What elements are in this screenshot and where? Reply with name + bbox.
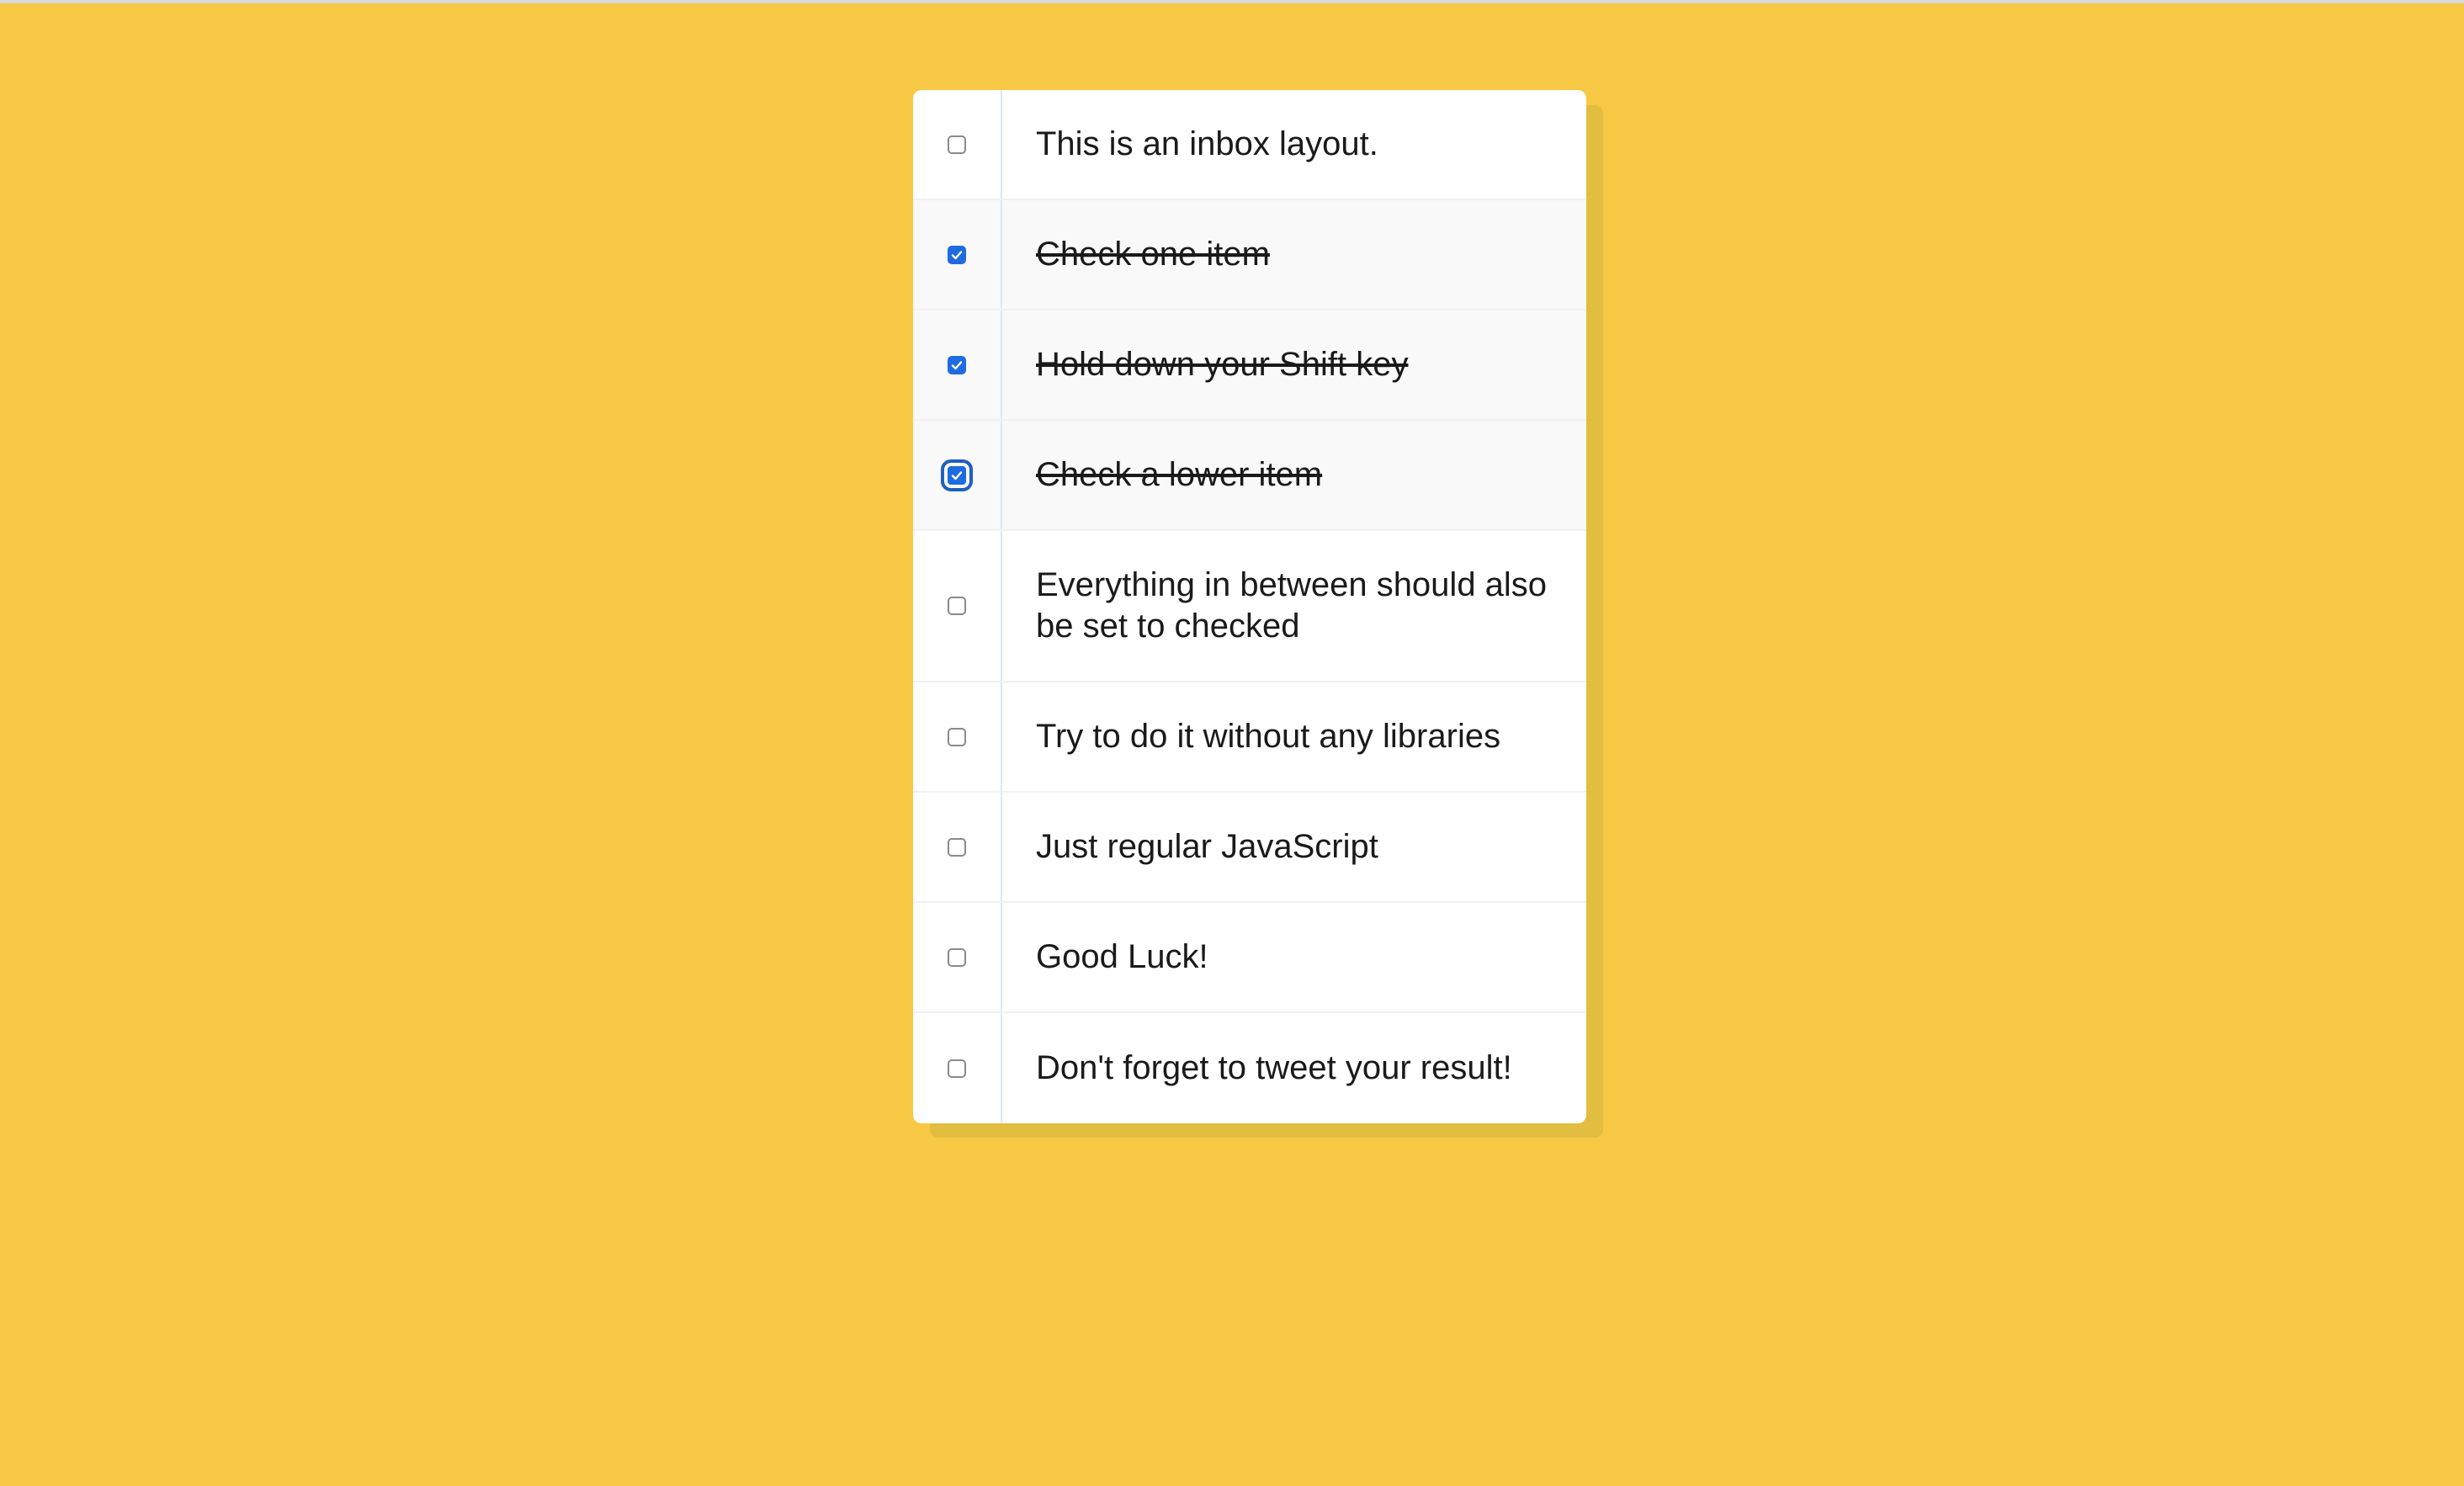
browser-top-strip bbox=[0, 0, 2464, 3]
item-checkbox[interactable] bbox=[948, 727, 966, 746]
checkbox-cell[interactable] bbox=[913, 421, 1002, 529]
item-label: This is an inbox layout. bbox=[1036, 125, 1378, 162]
checkbox-cell[interactable] bbox=[913, 793, 1002, 901]
item-checkbox[interactable] bbox=[948, 1059, 966, 1078]
inbox-item[interactable]: Check one item bbox=[913, 200, 1586, 310]
checkbox-cell[interactable] bbox=[913, 310, 1002, 419]
item-label: Just regular JavaScript bbox=[1036, 828, 1378, 865]
checkmark-icon bbox=[951, 470, 963, 480]
inbox-item[interactable]: This is an inbox layout. bbox=[913, 90, 1586, 200]
item-label: Don't forget to tweet your result! bbox=[1036, 1049, 1512, 1086]
inbox-item[interactable]: Don't forget to tweet your result! bbox=[913, 1013, 1586, 1123]
item-label: Try to do it without any libraries bbox=[1036, 718, 1501, 755]
item-checkbox[interactable] bbox=[948, 837, 966, 857]
inbox-item[interactable]: Everything in between should also be set… bbox=[913, 531, 1586, 682]
inbox-item[interactable]: Try to do it without any libraries bbox=[913, 682, 1586, 793]
item-label: Hold down your Shift key bbox=[1036, 346, 1409, 383]
item-checkbox[interactable] bbox=[948, 947, 966, 967]
checkbox-cell[interactable] bbox=[913, 90, 1002, 199]
inbox-item[interactable]: Good Luck! bbox=[913, 903, 1586, 1013]
item-label: Everything in between should also be set… bbox=[1036, 566, 1548, 645]
checkmark-icon bbox=[951, 250, 963, 259]
item-checkbox[interactable] bbox=[948, 355, 966, 374]
inbox-list: This is an inbox layout. Check one item … bbox=[913, 90, 1586, 1123]
checkbox-cell[interactable] bbox=[913, 903, 1002, 1011]
checkbox-cell[interactable] bbox=[913, 682, 1002, 791]
item-checkbox-focused[interactable] bbox=[941, 459, 973, 491]
item-label: Good Luck! bbox=[1036, 938, 1208, 975]
item-label: Check a lower item bbox=[1036, 456, 1323, 493]
item-label: Check one item bbox=[1036, 236, 1270, 273]
checkbox-cell[interactable] bbox=[913, 531, 1002, 681]
checkbox-cell[interactable] bbox=[913, 200, 1002, 309]
item-checkbox[interactable] bbox=[948, 135, 966, 154]
inbox-item[interactable]: Check a lower item bbox=[913, 421, 1586, 531]
inbox-item[interactable]: Hold down your Shift key bbox=[913, 310, 1586, 421]
inbox-item[interactable]: Just regular JavaScript bbox=[913, 793, 1586, 903]
checkmark-icon bbox=[951, 360, 963, 369]
checkbox-cell[interactable] bbox=[913, 1013, 1002, 1123]
item-checkbox[interactable] bbox=[948, 597, 966, 615]
item-checkbox[interactable] bbox=[948, 245, 966, 264]
